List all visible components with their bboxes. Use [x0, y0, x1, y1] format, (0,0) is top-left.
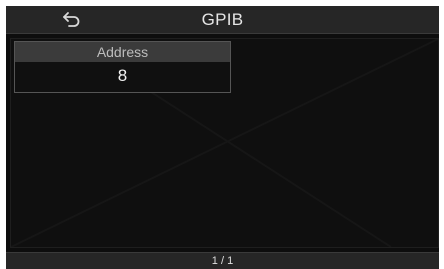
page-title: GPIB — [201, 10, 244, 29]
gpib-screen: GPIB Address 8 1 / 1 — [6, 6, 439, 269]
footer-bar: 1 / 1 — [6, 252, 439, 269]
address-tile[interactable]: Address 8 — [14, 41, 231, 93]
address-label: Address — [15, 42, 230, 62]
header-bar: GPIB — [6, 6, 439, 34]
parameter-area: Address 8 — [10, 38, 439, 248]
page-indicator: 1 / 1 — [211, 255, 234, 267]
address-value: 8 — [15, 62, 230, 92]
